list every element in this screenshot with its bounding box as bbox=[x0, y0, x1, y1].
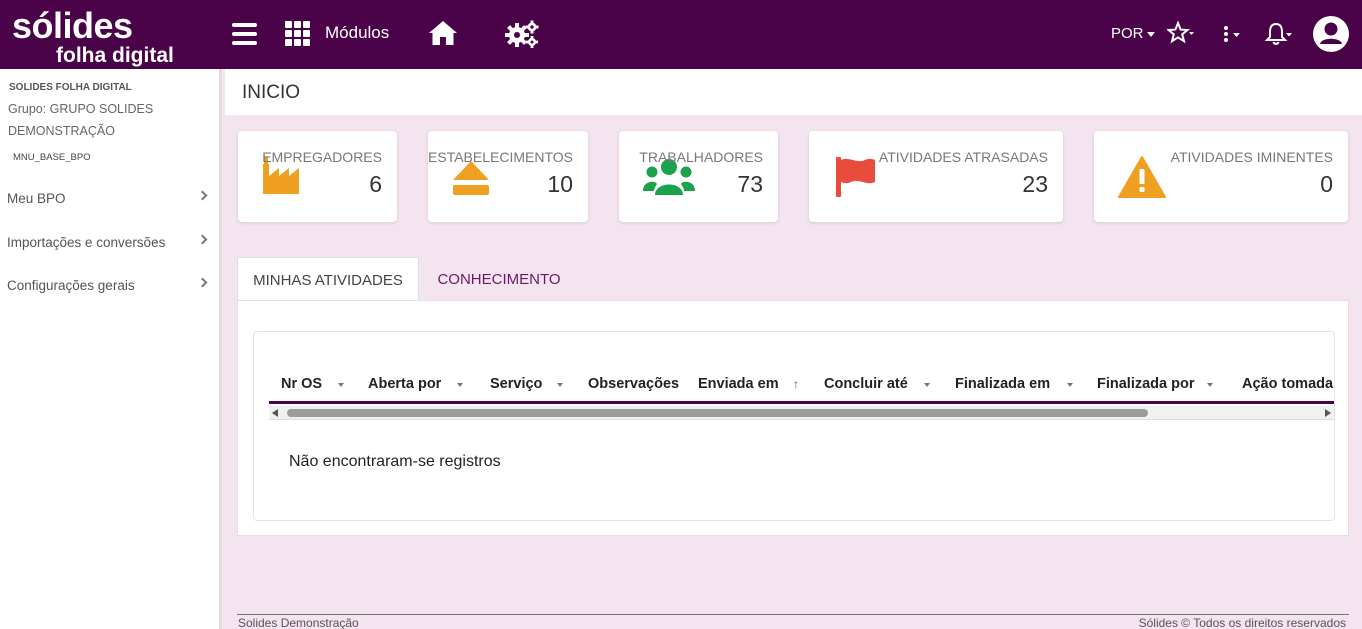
card-label: TRABALHADORES bbox=[639, 149, 763, 165]
column-header-observacoes[interactable]: Observações bbox=[588, 376, 679, 392]
top-navbar: sólides folha digital Módulos POR bbox=[0, 0, 1362, 69]
bell-icon[interactable] bbox=[1265, 21, 1293, 47]
card-value: 6 bbox=[369, 171, 382, 197]
page-header: INICIO bbox=[225, 69, 1362, 115]
card-label: EMPREGADORES bbox=[262, 149, 382, 165]
activities-grid: Nr OS Aberta por Serviço Observações Env… bbox=[253, 331, 1335, 521]
eject-icon bbox=[453, 161, 489, 195]
card-atividades-iminentes[interactable]: ATIVIDADES IMINENTES 0 bbox=[1094, 131, 1348, 222]
column-header-concluir-ate[interactable]: Concluir até bbox=[824, 376, 930, 392]
sidebar-item-importacoes[interactable]: Importações e conversões bbox=[0, 227, 219, 257]
column-header-aberta-por[interactable]: Aberta por bbox=[368, 376, 463, 392]
card-empregadores[interactable]: EMPREGADORES 6 bbox=[238, 131, 397, 222]
sidebar: SOLIDES FOLHA DIGITAL Grupo: GRUPO SOLID… bbox=[0, 69, 222, 629]
activities-panel: Nr OS Aberta por Serviço Observações Env… bbox=[237, 300, 1349, 536]
modules-button[interactable]: Módulos bbox=[325, 23, 389, 43]
scrollbar-thumb[interactable] bbox=[287, 409, 1148, 417]
sort-caret-icon bbox=[338, 383, 344, 387]
chevron-right-icon bbox=[197, 234, 208, 245]
sort-caret-icon bbox=[1207, 383, 1213, 387]
company-name: SOLIDES FOLHA DIGITAL bbox=[9, 82, 132, 93]
scroll-right-icon[interactable] bbox=[1325, 409, 1331, 417]
column-header-finalizada-por[interactable]: Finalizada por bbox=[1097, 376, 1213, 392]
star-icon[interactable] bbox=[1167, 21, 1195, 45]
sort-caret-icon bbox=[924, 383, 930, 387]
menu-code: MNU_BASE_BPO bbox=[13, 152, 91, 163]
footer-copyright: Sólides © Todos os direitos reservados bbox=[1138, 616, 1346, 629]
card-label: ATIVIDADES IMINENTES bbox=[1170, 149, 1333, 165]
warning-icon bbox=[1118, 156, 1166, 198]
sort-caret-icon bbox=[457, 383, 463, 387]
column-header-label: Finalizada por bbox=[1097, 376, 1195, 392]
tab-minhas-atividades[interactable]: MINHAS ATIVIDADES bbox=[237, 257, 419, 301]
flag-icon bbox=[836, 157, 875, 197]
column-header-label: Finalizada em bbox=[955, 376, 1051, 392]
sidebar-item-meu-bpo[interactable]: Meu BPO bbox=[0, 183, 219, 213]
table-header: Nr OS Aberta por Serviço Observações Env… bbox=[269, 374, 1334, 404]
horizontal-scrollbar[interactable] bbox=[269, 406, 1334, 420]
user-avatar[interactable] bbox=[1313, 16, 1349, 52]
column-header-finalizada-em[interactable]: Finalizada em bbox=[955, 376, 1073, 392]
sidebar-item-configuracoes[interactable]: Configurações gerais bbox=[0, 270, 219, 300]
column-header-label: Enviada em bbox=[698, 376, 779, 392]
gears-icon[interactable] bbox=[505, 20, 539, 48]
column-header-label: Ação tomada bbox=[1242, 376, 1334, 392]
column-header-label: Serviço bbox=[490, 376, 543, 392]
empty-state-message: Não encontraram-se registros bbox=[289, 453, 501, 470]
column-header-label: Aberta por bbox=[368, 376, 442, 392]
card-estabelecimentos[interactable]: ESTABELECIMENTOS 10 bbox=[428, 131, 588, 222]
sort-caret-icon bbox=[1067, 383, 1073, 387]
chevron-right-icon bbox=[197, 277, 208, 288]
language-label: POR bbox=[1111, 25, 1144, 42]
home-icon[interactable] bbox=[428, 20, 458, 46]
sort-ascending-icon: ↑ bbox=[793, 377, 799, 391]
column-header-label: Nr OS bbox=[281, 376, 323, 392]
logo-text-sub: folha digital bbox=[56, 44, 174, 67]
kebab-icon[interactable] bbox=[1221, 22, 1245, 46]
card-trabalhadores[interactable]: TRABALHADORES 73 bbox=[619, 131, 778, 222]
group-name: Grupo: GRUPO SOLIDES DEMONSTRAÇÃO bbox=[8, 102, 154, 138]
chevron-down-icon bbox=[1146, 31, 1155, 37]
card-value: 73 bbox=[737, 171, 763, 197]
column-header-acao-tomada[interactable]: Ação tomada bbox=[1242, 376, 1333, 392]
card-value: 10 bbox=[547, 171, 573, 197]
page-title: INICIO bbox=[242, 82, 301, 103]
menu-icon[interactable] bbox=[231, 23, 257, 45]
column-header-servico[interactable]: Serviço bbox=[490, 376, 563, 392]
page-footer: Solides Demonstração Sólides © Todos os … bbox=[237, 614, 1349, 629]
card-atividades-atrasadas[interactable]: ATIVIDADES ATRASADAS 23 bbox=[809, 131, 1063, 222]
column-header-label: Concluir até bbox=[824, 376, 908, 392]
card-label: ATIVIDADES ATRASADAS bbox=[878, 149, 1048, 165]
column-header-nr-os[interactable]: Nr OS bbox=[281, 376, 344, 392]
sort-caret-icon bbox=[557, 383, 563, 387]
column-header-label: Observações bbox=[588, 376, 680, 392]
sidebar-item-label: Importações e conversões bbox=[7, 234, 166, 250]
tab-conhecimento[interactable]: CONHECIMENTO bbox=[419, 257, 579, 301]
logo-text-main: sólides bbox=[12, 5, 133, 46]
scroll-left-icon[interactable] bbox=[272, 409, 278, 417]
user-icon bbox=[1320, 22, 1342, 44]
chevron-right-icon bbox=[197, 190, 208, 201]
app-logo[interactable]: sólides folha digital bbox=[12, 5, 182, 68]
card-value: 0 bbox=[1320, 171, 1333, 197]
footer-company: Solides Demonstração bbox=[238, 616, 359, 629]
sidebar-item-label: Meu BPO bbox=[7, 190, 66, 206]
language-selector[interactable]: POR bbox=[1111, 25, 1155, 42]
sidebar-item-label: Configurações gerais bbox=[7, 277, 135, 293]
card-label: ESTABELECIMENTOS bbox=[428, 149, 573, 165]
column-header-enviada-em[interactable]: Enviada em ↑ bbox=[698, 376, 799, 392]
card-value: 23 bbox=[1022, 171, 1048, 197]
grid-icon[interactable] bbox=[285, 21, 310, 46]
